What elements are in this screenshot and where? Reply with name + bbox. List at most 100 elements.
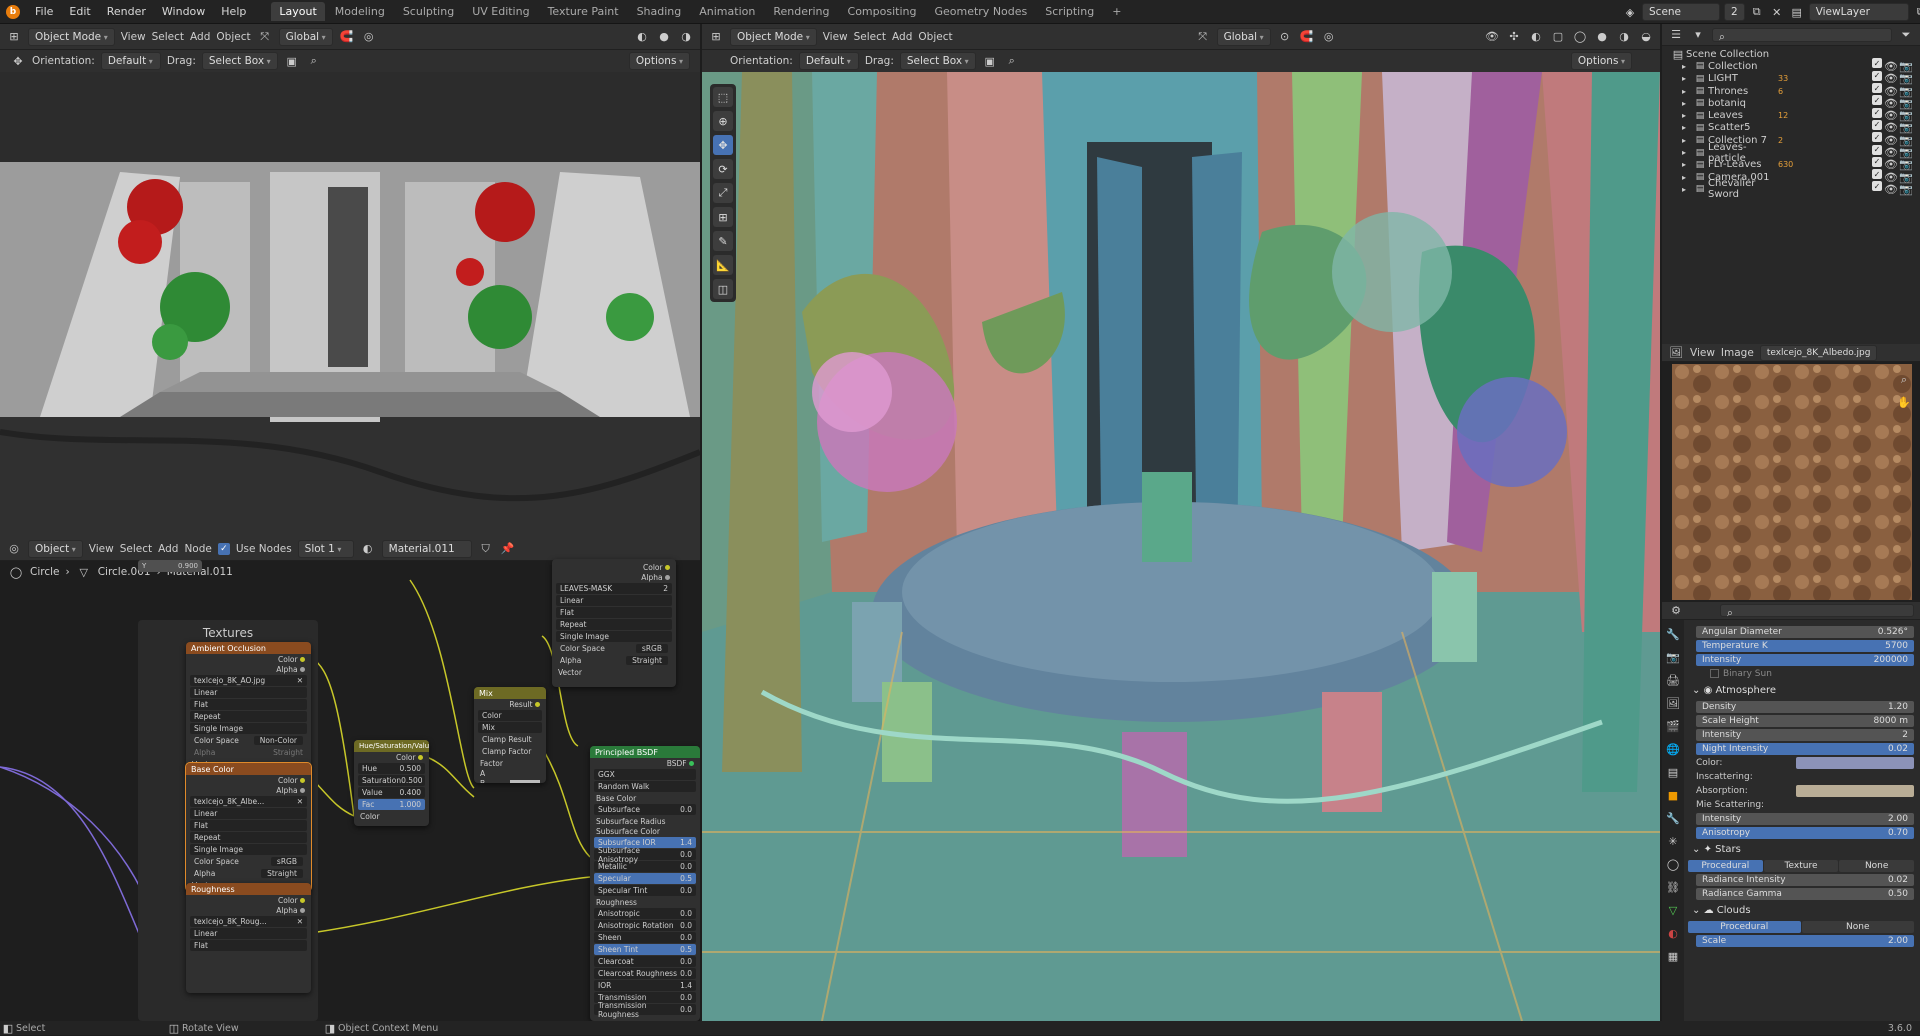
hsv-node-header[interactable]: Hue/Saturation/Value [354,740,429,752]
mix-b-color-swatch[interactable] [510,779,540,783]
stars-texture-button[interactable]: Texture [1763,859,1839,872]
socket-icon[interactable] [300,897,305,903]
snap-icon[interactable]: 🧲 [1299,29,1315,45]
exclude-checkbox-icon[interactable]: ✓ [1872,144,1882,155]
outliner-search[interactable]: ⌕ [1712,27,1892,43]
bsdf-input-row[interactable]: Sheen 0.0 [594,932,696,943]
rough-interpolation[interactable]: Linear [190,928,307,939]
search-icon[interactable]: ⌕ [1004,53,1020,69]
bsdf-input-row[interactable]: Clearcoat Roughness 0.0 [594,968,696,979]
tab-modeling[interactable]: Modeling [327,2,393,21]
copy-layer-icon[interactable]: ⧉ [1913,4,1920,20]
left-options-button[interactable]: Options [628,52,690,70]
hsv-saturation-field[interactable]: Saturation 0.500 [358,775,425,786]
property-field[interactable]: Anisotropy 0.70 [1696,826,1914,839]
rough-node-header[interactable]: Roughness [186,883,311,895]
stars-none-button[interactable]: None [1839,859,1915,872]
exclude-checkbox-icon[interactable]: ✓ [1872,107,1882,118]
close-icon[interactable]: ✕ [297,797,303,806]
hsv-value-field[interactable]: Value 0.400 [358,787,425,798]
rotate-tool-icon[interactable]: ⟳ [713,159,733,179]
material-tab-icon[interactable]: ◐ [1665,925,1681,941]
image-editor-type-icon[interactable]: 🖼 [1668,345,1684,361]
left-mode-dropdown[interactable]: Object Mode [28,27,115,46]
rough-image-field[interactable]: texlcejo_8K_Roug... ✕ [190,916,307,927]
orientation-dropdown[interactable]: Default [100,52,161,70]
leaves-alpha[interactable]: Straight [626,656,668,665]
shader-node-editor[interactable]: ◎ Object View Select Add Node ✓ Use Node… [0,537,700,1021]
leaves-extension[interactable]: Repeat [556,619,672,630]
particles-tab-icon[interactable]: ✳ [1665,833,1681,849]
bsdf-input-row[interactable]: Subsurface Radius [590,816,700,826]
socket-icon[interactable] [300,907,305,913]
exclude-checkbox-icon[interactable]: ✓ [1872,156,1882,167]
properties-type-icon[interactable]: ⚙ [1668,603,1684,619]
pivot-icon[interactable]: ⊙ [1277,29,1293,45]
object-tab-icon[interactable]: ■ [1665,787,1681,803]
socket-icon[interactable] [535,701,540,707]
xray-icon[interactable]: ▢ [1550,29,1566,45]
rough-projection[interactable]: Flat [190,940,307,951]
shading-solid-icon[interactable]: ● [1594,29,1610,45]
gizmo-icon[interactable]: ✣ [1506,29,1522,45]
leaves-projection[interactable]: Flat [556,607,672,618]
data-tab-icon[interactable]: ▽ [1665,902,1681,918]
scene-selector[interactable]: Scene [1642,3,1720,21]
menu-edit[interactable]: Edit [62,5,97,18]
bsdf-distribution[interactable]: GGX [594,769,696,780]
property-field[interactable]: Intensity 200000 [1696,653,1914,666]
tab-sculpting[interactable]: Sculpting [395,2,462,21]
search-icon[interactable]: ⌕ [306,53,322,69]
drag-dropdown[interactable]: Select Box [201,52,278,70]
leaves-interpolation[interactable]: Linear [556,595,672,606]
image-editor[interactable]: 🖼 View Image texlcejo_8K_Albedo.jpg ⌕ ✋ [1662,344,1920,602]
properties-search[interactable]: ⌕ [1720,604,1914,619]
socket-icon[interactable] [300,666,305,672]
main-viewport-render[interactable] [702,72,1660,1021]
overlay-icon[interactable]: ◐ [634,29,650,45]
bsdf-node-header[interactable]: Principled BSDF [590,746,700,758]
socket-icon[interactable] [300,656,305,662]
left-viewport-render[interactable] [0,72,700,537]
bsdf-input-row[interactable]: Subsurface Color [590,826,700,836]
display-mode-icon[interactable]: ▾ [1690,27,1706,43]
bsdf-input-row[interactable]: Specular 0.5 [594,873,696,884]
tab-scripting[interactable]: Scripting [1037,2,1102,21]
main-orientation-dropdown[interactable]: Default [798,52,859,70]
outliner-type-icon[interactable]: ☰ [1668,27,1684,43]
left-menu-add[interactable]: Add [190,31,210,43]
image-menu-image[interactable]: Image [1721,347,1754,359]
albedo-texture-preview[interactable] [1672,364,1912,600]
exclude-checkbox-icon[interactable]: ✓ [1872,83,1882,94]
exclude-checkbox-icon[interactable]: ✓ [1872,70,1882,81]
close-icon[interactable]: ✕ [297,917,303,926]
base-interpolation[interactable]: Linear [190,808,307,819]
select-box-tool-icon[interactable]: ⬚ [713,87,733,107]
image-name-field[interactable]: texlcejo_8K_Albedo.jpg [1759,344,1878,361]
socket-icon[interactable] [300,787,305,793]
main-menu-add[interactable]: Add [892,31,912,43]
left-menu-object[interactable]: Object [216,31,250,43]
bsdf-input-row[interactable]: Anisotropic 0.0 [594,908,696,919]
base-projection[interactable]: Flat [190,820,307,831]
property-field[interactable]: Scale 2.00 [1696,934,1914,947]
checkbox-icon[interactable] [1710,669,1719,678]
tab-animation[interactable]: Animation [691,2,763,21]
scene-tab-icon[interactable]: 🎬 [1665,718,1681,734]
sky-color-swatch[interactable] [1796,756,1914,769]
mix-node-header[interactable]: Mix [474,687,546,699]
bsdf-input-row[interactable]: Subsurface 0.0 [594,804,696,815]
bsdf-subsurface-method[interactable]: Random Walk [594,781,696,792]
exclude-checkbox-icon[interactable]: ✓ [1872,95,1882,106]
node-mix[interactable]: Mix Result Color Mix Clamp Result Clamp … [474,687,546,783]
image-menu-view[interactable]: View [1690,347,1715,359]
property-field[interactable]: Scale Height 8000 m [1696,714,1914,727]
base-colorspace[interactable]: sRGB [270,857,303,866]
exclude-checkbox-icon[interactable]: ✓ [1872,58,1882,69]
bsdf-input-row[interactable]: Subsurface Anisotropy 0.0 [594,846,696,864]
shading-material-icon[interactable]: ◑ [1616,29,1632,45]
tab-uv-editing[interactable]: UV Editing [464,2,537,21]
mix-type-dropdown[interactable]: Color [478,710,542,721]
bsdf-input-row[interactable]: Base Color [590,793,700,803]
filter-icon[interactable]: ⏷ [1898,27,1914,43]
